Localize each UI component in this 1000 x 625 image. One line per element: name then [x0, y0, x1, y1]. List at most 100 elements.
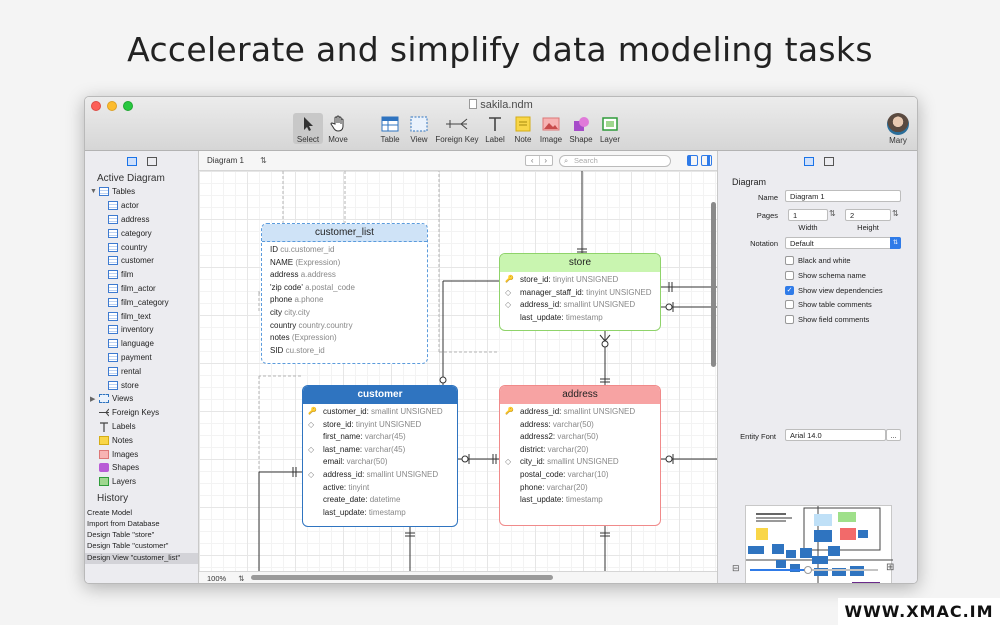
entity-field[interactable]: notes (Expression) [262, 332, 427, 345]
sidebar-item-table[interactable]: inventory [85, 323, 198, 337]
tool-table[interactable]: Table [376, 113, 404, 144]
tool-layer[interactable]: Layer [597, 113, 623, 144]
entity-header[interactable]: customer [303, 386, 457, 404]
tool-label[interactable]: Label [482, 113, 508, 144]
entity-field[interactable]: district: varchar(20) [500, 444, 660, 457]
tree-shapes[interactable]: Shapes [85, 461, 198, 475]
toggle-left-panel-icon[interactable] [687, 155, 698, 166]
entity-field[interactable]: NAME (Expression) [262, 257, 427, 270]
entity-field[interactable]: last_update: timestamp [303, 507, 457, 520]
tree-labels[interactable]: Labels [85, 420, 198, 434]
pages-width-input[interactable]: 1 [788, 209, 828, 221]
history-item[interactable]: Create Model [85, 508, 198, 519]
entity-field[interactable]: phone: varchar(20) [500, 482, 660, 495]
tree-notes[interactable]: Notes [85, 433, 198, 447]
sidebar-item-table[interactable]: payment [85, 351, 198, 365]
history-item[interactable]: Import from Database [85, 519, 198, 530]
sidebar-item-table[interactable]: address [85, 213, 198, 227]
inspector-tab-properties[interactable] [803, 156, 814, 166]
entity-field[interactable]: ◇ last_name: varchar(45) [303, 444, 457, 457]
pages-height-input[interactable]: 2 [845, 209, 891, 221]
entity-field[interactable]: ID cu.customer_id [262, 244, 427, 257]
history-item[interactable]: Design View "customer_list" [85, 552, 198, 565]
entity-field[interactable]: address a.address [262, 269, 427, 282]
sidebar-tab-model[interactable] [146, 156, 157, 166]
option-checkbox-row[interactable]: Black and white [785, 256, 851, 265]
sidebar-item-table[interactable]: film [85, 268, 198, 282]
notation-select[interactable]: Default ⇅ [785, 237, 901, 249]
sidebar-item-table[interactable]: store [85, 378, 198, 392]
diagram-select[interactable]: Diagram 1 ⇅ [207, 156, 267, 165]
sidebar-item-table[interactable]: category [85, 226, 198, 240]
entity-font-field[interactable]: Arial 14.0 [785, 429, 886, 441]
inspector-tab-appearance[interactable] [823, 156, 834, 166]
entity-field[interactable]: create_date: datetime [303, 494, 457, 507]
tree-images[interactable]: Images [85, 447, 198, 461]
entity-header[interactable]: store [500, 254, 660, 272]
entity-field[interactable]: 🔑 store_id: tinyint UNSIGNED [500, 274, 660, 287]
entity-header[interactable]: customer_list [262, 224, 427, 242]
entity-field[interactable]: last_update: timestamp [500, 494, 660, 507]
sidebar-item-table[interactable]: film_text [85, 309, 198, 323]
sidebar-item-table[interactable]: country [85, 240, 198, 254]
entity-field[interactable]: address: varchar(50) [500, 419, 660, 432]
zoom-out-icon[interactable]: ⊟ [732, 563, 740, 574]
toggle-right-panel-icon[interactable] [701, 155, 712, 166]
tool-move[interactable]: Move [323, 113, 353, 144]
diagram-overview-minimap[interactable] [745, 505, 893, 583]
tree-foreign-keys[interactable]: Foreign Keys [85, 406, 198, 420]
width-stepper-icon[interactable]: ⇅ [829, 209, 836, 218]
entity-field[interactable]: phone a.phone [262, 294, 427, 307]
entity-field[interactable]: ◇ address_id: smallint UNSIGNED [303, 469, 457, 482]
sidebar-tab-objects[interactable] [126, 156, 137, 166]
entity-field[interactable]: 🔑 customer_id: smallint UNSIGNED [303, 406, 457, 419]
sidebar-item-table[interactable]: language [85, 337, 198, 351]
entity-field[interactable]: address2: varchar(50) [500, 431, 660, 444]
tool-image[interactable]: Image [537, 113, 565, 144]
back-arrow-icon[interactable]: ‹ [526, 156, 540, 165]
sidebar-item-table[interactable]: actor [85, 199, 198, 213]
entity-customer-list[interactable]: customer_list ID cu.customer_id NAME (Exp… [261, 223, 428, 364]
entity-address[interactable]: address 🔑 address_id: smallint UNSIGNED ad… [499, 385, 661, 526]
tool-foreign-key[interactable]: Foreign Key [435, 113, 479, 144]
tool-select[interactable]: Select [293, 113, 323, 144]
tree-views[interactable]: ▶ Views [85, 392, 198, 406]
entity-customer[interactable]: customer 🔑 customer_id: smallint UNSIGNED… [302, 385, 458, 527]
tree-layers[interactable]: Layers [85, 475, 198, 489]
tool-note[interactable]: Note [510, 113, 536, 144]
zoom-slider-knob[interactable] [803, 566, 812, 574]
sidebar-item-table[interactable]: film_category [85, 295, 198, 309]
sidebar-item-table[interactable]: rental [85, 364, 198, 378]
entity-field[interactable]: last_update: timestamp [500, 312, 660, 325]
checkbox[interactable] [785, 315, 794, 325]
entity-field[interactable]: ◇ address_id: smallint UNSIGNED [500, 299, 660, 312]
tool-view[interactable]: View [405, 113, 433, 144]
sidebar-item-table[interactable]: film_actor [85, 282, 198, 296]
sidebar-item-table[interactable]: customer [85, 254, 198, 268]
forward-arrow-icon[interactable]: › [540, 156, 553, 165]
tool-shape[interactable]: Shape [567, 113, 595, 144]
entity-field[interactable]: 🔑 address_id: smallint UNSIGNED [500, 406, 660, 419]
checkbox[interactable]: ✓ [785, 285, 794, 295]
option-checkbox-row[interactable]: Show schema name [785, 270, 866, 280]
entity-field[interactable]: SID cu.store_id [262, 345, 427, 358]
entity-field[interactable]: postal_code: varchar(10) [500, 469, 660, 482]
zoom-slider[interactable] [750, 566, 878, 574]
disclosure-closed-icon[interactable]: ▶ [90, 395, 97, 403]
font-picker-button[interactable]: ... [886, 429, 901, 441]
history-item[interactable]: Design Table "customer" [85, 541, 198, 552]
tree-tables[interactable]: ▼ Tables [85, 185, 198, 199]
horizontal-scrollbar[interactable] [251, 575, 553, 580]
vertical-scrollbar[interactable] [711, 202, 716, 367]
entity-field[interactable]: 'zip code' a.postal_code [262, 282, 427, 295]
zoom-select[interactable]: 100% ⇅ [207, 574, 245, 583]
entity-field[interactable]: city city.city [262, 307, 427, 320]
option-checkbox-row[interactable]: Show table comments [785, 300, 872, 310]
diagram-canvas[interactable]: customer_list ID cu.customer_id NAME (Exp… [199, 171, 717, 571]
entity-field[interactable]: first_name: varchar(45) [303, 431, 457, 444]
entity-field[interactable]: ◇ city_id: smallint UNSIGNED [500, 456, 660, 469]
entity-field[interactable]: country country.country [262, 320, 427, 333]
height-stepper-icon[interactable]: ⇅ [892, 209, 899, 218]
entity-field[interactable]: ◇ store_id: tinyint UNSIGNED [303, 419, 457, 432]
checkbox[interactable] [785, 256, 794, 265]
